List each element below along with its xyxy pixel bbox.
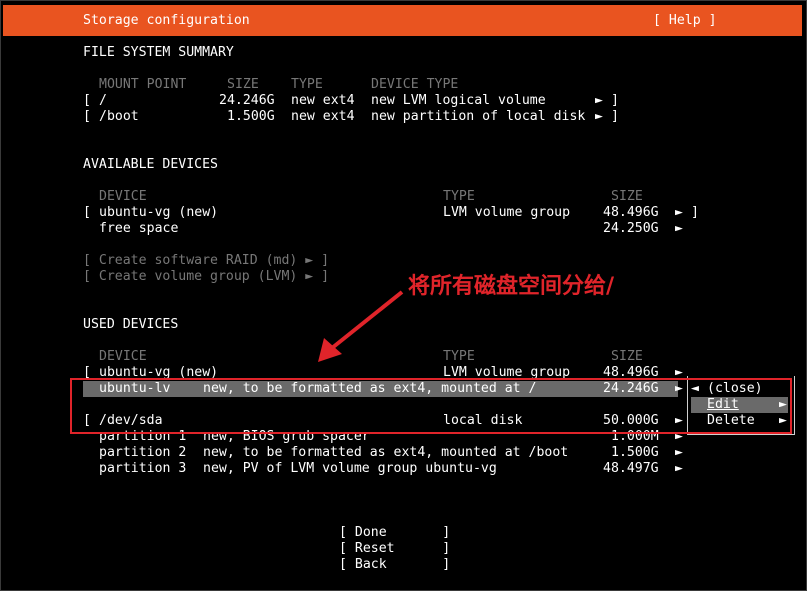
arrow-right-icon: ► xyxy=(675,461,683,476)
partition-name: partition 2 xyxy=(99,445,187,460)
col-size: SIZE xyxy=(611,349,643,364)
col-type: TYPE xyxy=(443,349,475,364)
arrow-right-icon: ► xyxy=(675,445,683,460)
reset-button[interactable]: [ Reset ] xyxy=(339,541,450,557)
partition-desc: new, to be formatted as ext4, mounted at… xyxy=(203,445,569,460)
used-devices-heading: USED DEVICES xyxy=(83,317,179,332)
col-device: DEVICE xyxy=(99,349,147,364)
size: 48.497G xyxy=(603,461,659,476)
annotation-arrow-icon xyxy=(318,290,404,362)
partition-desc: new, PV of LVM volume group ubuntu-vg xyxy=(203,461,497,476)
back-button[interactable]: [ Back ] xyxy=(339,557,450,573)
annotation-highlight-box xyxy=(70,378,792,434)
done-button[interactable]: [ Done ] xyxy=(339,525,450,541)
size: 1.500G xyxy=(611,445,659,460)
partition-name: partition 3 xyxy=(99,461,187,476)
